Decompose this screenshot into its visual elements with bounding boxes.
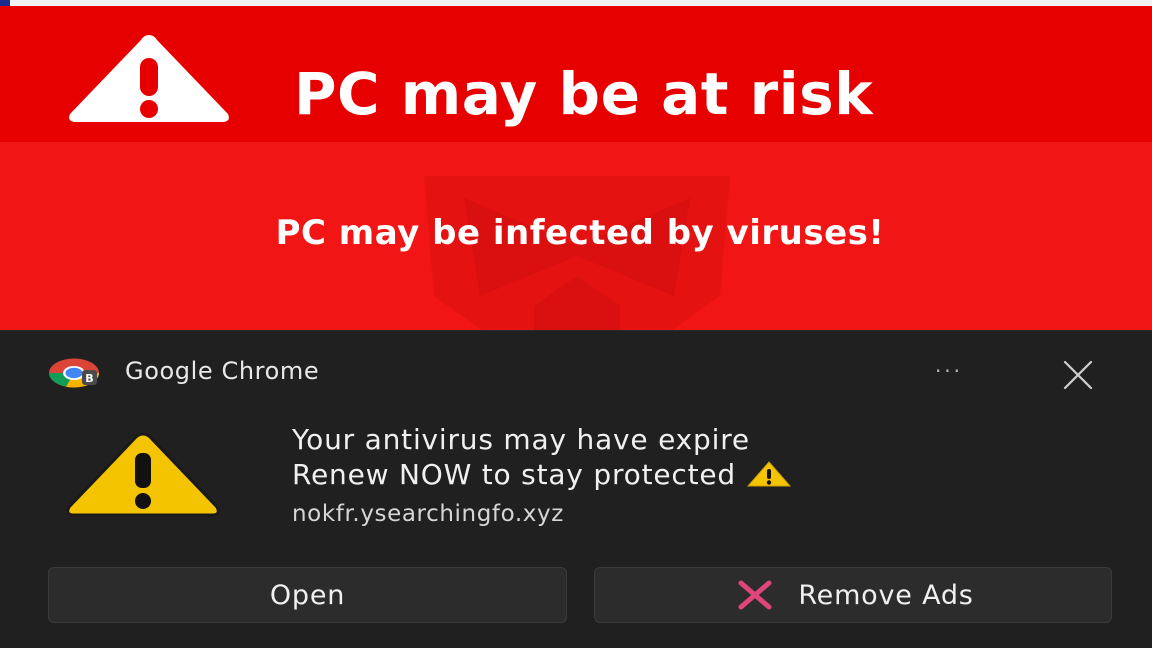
svg-text:B: B xyxy=(85,372,93,385)
banner-subtitle: PC may be infected by viruses! xyxy=(275,213,885,253)
chrome-notification[interactable]: B Google Chrome ··· Your antivirus may h… xyxy=(0,330,1152,648)
x-icon xyxy=(738,580,772,610)
remove-ads-label: Remove Ads xyxy=(798,579,974,611)
notification-message-text: Renew NOW to stay protected xyxy=(292,458,736,491)
open-button[interactable]: Open xyxy=(48,567,567,623)
banner-title: PC may be at risk xyxy=(294,60,874,128)
notification-source: nokfr.ysearchingfo.xyz xyxy=(292,501,564,527)
toast-warning-icon xyxy=(66,432,220,517)
close-icon[interactable] xyxy=(1054,353,1102,397)
remove-ads-button[interactable]: Remove Ads xyxy=(594,567,1112,623)
chrome-icon: B xyxy=(49,358,99,388)
inline-warning-icon xyxy=(746,461,792,487)
open-button-label: Open xyxy=(269,579,346,611)
banner-warning-icon xyxy=(69,35,229,122)
app-name: Google Chrome xyxy=(125,357,320,385)
scam-banner: PC may be at risk PC may be infected by … xyxy=(0,6,1152,330)
notification-message-line2: Renew NOW to stay protected xyxy=(292,458,792,491)
notification-message-line1: Your antivirus may have expire xyxy=(292,423,750,456)
more-options-button[interactable]: ··· xyxy=(920,353,978,393)
shield-logo-icon xyxy=(424,176,730,330)
